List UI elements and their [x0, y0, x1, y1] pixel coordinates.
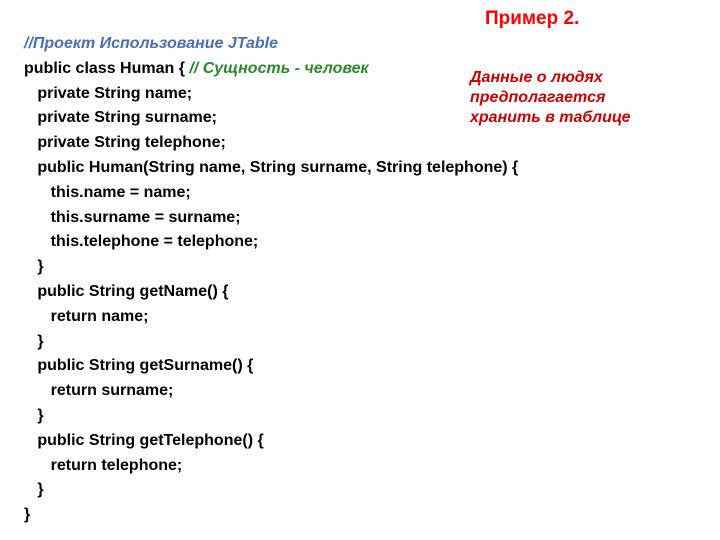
code-line-ctor: public Human(String name, String surname… [24, 159, 518, 176]
code-line-ret-telephone: return telephone; [24, 457, 182, 474]
code-line-close5: } [24, 506, 30, 523]
code-line-getname: public String getName() { [24, 283, 228, 300]
code-block: //Проект Использование JTable public cla… [24, 32, 518, 528]
code-line-this-name: this.name = name; [24, 184, 191, 201]
example-title: Пример 2. [485, 8, 579, 30]
code-line-close3: } [24, 407, 44, 424]
code-line-close2: } [24, 333, 44, 350]
code-line-close4: } [24, 481, 44, 498]
code-line-close1: } [24, 258, 44, 275]
code-line-surname: private String surname; [24, 109, 217, 126]
code-line-this-surname: this.surname = surname; [24, 209, 241, 226]
code-line-class: public class Human { [24, 60, 189, 77]
code-line-getsurname: public String getSurname() { [24, 357, 253, 374]
code-line-this-telephone: this.telephone = telephone; [24, 233, 258, 250]
code-line-gettelephone: public String getTelephone() { [24, 432, 264, 449]
code-comment-project: //Проект Использование JTable [24, 35, 278, 52]
code-line-ret-surname: return surname; [24, 382, 173, 399]
code-line-telephone: private String telephone; [24, 134, 226, 151]
code-line-ret-name: return name; [24, 308, 148, 325]
code-comment-entity: // Сущность - человек [189, 60, 368, 77]
code-line-name: private String name; [24, 85, 192, 102]
